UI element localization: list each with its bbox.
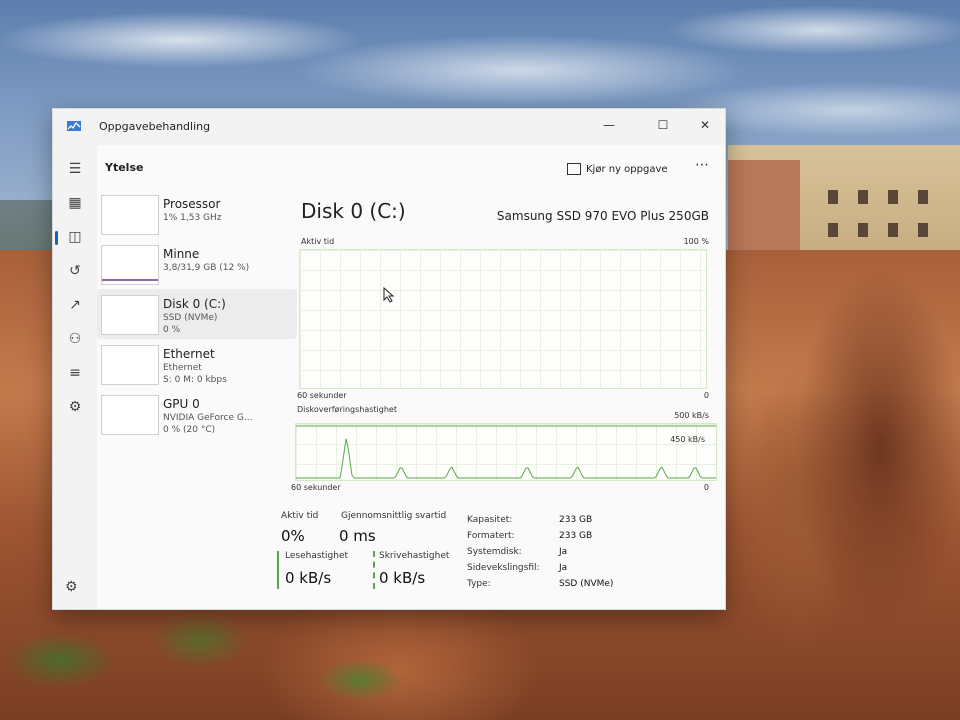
title-bar[interactable]: Oppgavebehandling — ☐ ✕: [53, 109, 725, 145]
ethernet-thumbnail-graph: [101, 345, 159, 385]
device-item-memory[interactable]: Minne 3,8/31,9 GB (12 %): [97, 239, 297, 289]
mouse-cursor-icon: [383, 287, 395, 303]
transfer-rate-series: [296, 438, 716, 479]
run-task-icon: [567, 163, 581, 175]
vegetation: [0, 600, 460, 720]
run-new-task-button[interactable]: Kjør ny oppgave: [567, 163, 668, 175]
active-time-graph: [299, 249, 707, 389]
task-manager-app-icon: [67, 121, 81, 131]
device-item-disk0[interactable]: Disk 0 (C:) SSD (NVMe) 0 %: [97, 289, 297, 339]
building-side: [728, 160, 800, 250]
device-name: Prosessor: [163, 197, 221, 211]
property-key: Type:: [467, 579, 491, 589]
active-time-graph-label: Aktiv tid: [301, 237, 335, 246]
device-name: Minne: [163, 247, 200, 261]
active-time-value: 0%: [281, 527, 305, 545]
device-name: GPU 0: [163, 397, 200, 411]
memory-thumbnail-graph: [101, 245, 159, 285]
device-name: Disk 0 (C:): [163, 297, 226, 311]
device-detail: Ethernet: [163, 363, 202, 373]
write-speed-value: 0 kB/s: [379, 569, 426, 587]
response-time-label: Gjennomsnittlig svartid: [341, 511, 447, 521]
users-icon[interactable]: ⚇: [59, 325, 91, 353]
startup-apps-icon[interactable]: ↗: [59, 291, 91, 319]
property-key: Kapasitet:: [467, 515, 513, 525]
performance-glyph: ◫: [68, 229, 82, 245]
transfer-rate-line: [296, 425, 716, 479]
write-speed-indicator: [373, 551, 375, 589]
hamburger-menu-icon[interactable]: ☰: [59, 155, 91, 183]
device-detail: NVIDIA GeForce G...: [163, 413, 253, 423]
disk-detail-panel: Disk 0 (C:) Samsung SSD 970 EVO Plus 250…: [277, 189, 725, 609]
device-usage: S: 0 M: 0 kbps: [163, 375, 227, 385]
processes-icon[interactable]: ▦: [59, 189, 91, 217]
transfer-rate-graph: [295, 423, 717, 481]
property-value: SSD (NVMe): [559, 579, 614, 589]
performance-icon[interactable]: ◫: [55, 223, 91, 251]
content-area: Ytelse Kjør ny oppgave ⋯ Prosessor 1% 1,…: [97, 145, 725, 609]
window-title: Oppgavebehandling: [99, 120, 211, 133]
device-usage: 0 % (20 °C): [163, 425, 216, 435]
app-history-icon[interactable]: ↺: [59, 257, 91, 285]
transfer-rate-graph-mid: 450 kB/s: [670, 435, 705, 444]
active-indicator: [55, 231, 58, 245]
device-item-ethernet[interactable]: Ethernet Ethernet S: 0 M: 0 kbps: [97, 339, 297, 389]
property-value: 233 GB: [559, 515, 593, 525]
device-list: Prosessor 1% 1,53 GHz Minne 3,8/31,9 GB …: [97, 189, 297, 439]
property-value: 233 GB: [559, 531, 593, 541]
read-speed-value: 0 kB/s: [285, 569, 332, 587]
processor-thumbnail-graph: [101, 195, 159, 235]
more-options-button[interactable]: ⋯: [695, 157, 709, 173]
transfer-rate-graph-span: 60 sekunder: [291, 483, 341, 492]
device-usage: 0 %: [163, 325, 181, 335]
memory-usage-line: [102, 279, 158, 281]
page-title: Ytelse: [105, 161, 144, 174]
active-time-graph-max: 100 %: [683, 237, 709, 246]
services-icon[interactable]: ⚙: [59, 393, 91, 421]
property-key: Formatert:: [467, 531, 515, 541]
device-name: Ethernet: [163, 347, 215, 361]
task-manager-window: Oppgavebehandling — ☐ ✕ ☰ ▦ ◫ ↺ ↗ ⚇ ≡ ⚙ …: [52, 108, 726, 610]
disk-thumbnail-graph: [101, 295, 159, 335]
disk-model: Samsung SSD 970 EVO Plus 250GB: [496, 209, 709, 223]
run-new-task-label: Kjør ny oppgave: [586, 164, 668, 175]
device-item-processor[interactable]: Prosessor 1% 1,53 GHz: [97, 189, 297, 239]
page-header: Ytelse Kjør ny oppgave ⋯: [97, 145, 725, 185]
write-speed-label: Skrivehastighet: [379, 551, 450, 561]
device-detail: 1% 1,53 GHz: [163, 213, 222, 223]
navigation-rail: ☰ ▦ ◫ ↺ ↗ ⚇ ≡ ⚙ ⚙: [53, 145, 97, 609]
property-key: Sidevekslingsfil:: [467, 563, 540, 573]
property-key: Systemdisk:: [467, 547, 522, 557]
active-time-label: Aktiv tid: [281, 511, 319, 521]
gpu-thumbnail-graph: [101, 395, 159, 435]
maximize-button[interactable]: ☐: [643, 113, 683, 137]
active-time-graph-span: 60 sekunder: [297, 391, 347, 400]
read-speed-label: Lesehastighet: [285, 551, 349, 561]
minimize-button[interactable]: —: [589, 113, 629, 137]
device-detail: 3,8/31,9 GB (12 %): [163, 263, 250, 273]
transfer-rate-graph-min: 0: [703, 483, 709, 492]
disk-title: Disk 0 (C:): [301, 199, 406, 223]
transfer-rate-graph-max: 500 kB/s: [674, 411, 709, 420]
response-time-value: 0 ms: [339, 527, 376, 545]
device-detail: SSD (NVMe): [163, 313, 218, 323]
device-item-gpu0[interactable]: GPU 0 NVIDIA GeForce G... 0 % (20 °C): [97, 389, 297, 439]
close-button[interactable]: ✕: [685, 113, 725, 137]
read-speed-indicator: [277, 551, 279, 589]
active-time-graph-min: 0: [703, 391, 709, 400]
details-icon[interactable]: ≡: [59, 359, 91, 387]
transfer-rate-graph-label: Diskoverføringshastighet: [297, 405, 397, 414]
property-value: Ja: [559, 547, 568, 557]
settings-gear-icon[interactable]: ⚙: [65, 579, 78, 595]
property-value: Ja: [559, 563, 568, 573]
